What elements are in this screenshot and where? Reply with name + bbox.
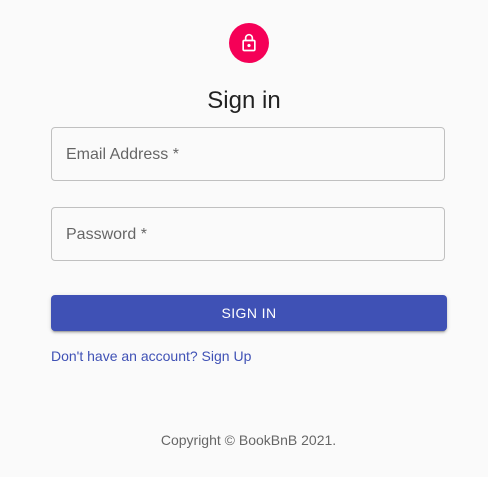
- lock-outlined-icon: [239, 33, 259, 53]
- password-field[interactable]: Password *: [51, 207, 445, 261]
- lock-avatar: [229, 23, 269, 63]
- page-title: Sign in: [207, 87, 281, 115]
- password-input[interactable]: [52, 208, 444, 260]
- email-field[interactable]: Email Address *: [51, 127, 445, 181]
- copyright-text: Copyright © BookBnB 2021.: [160, 432, 337, 448]
- email-input[interactable]: [52, 128, 444, 180]
- sign-up-link[interactable]: Don't have an account? Sign Up: [51, 347, 251, 365]
- sign-in-button[interactable]: SIGN IN: [51, 295, 447, 331]
